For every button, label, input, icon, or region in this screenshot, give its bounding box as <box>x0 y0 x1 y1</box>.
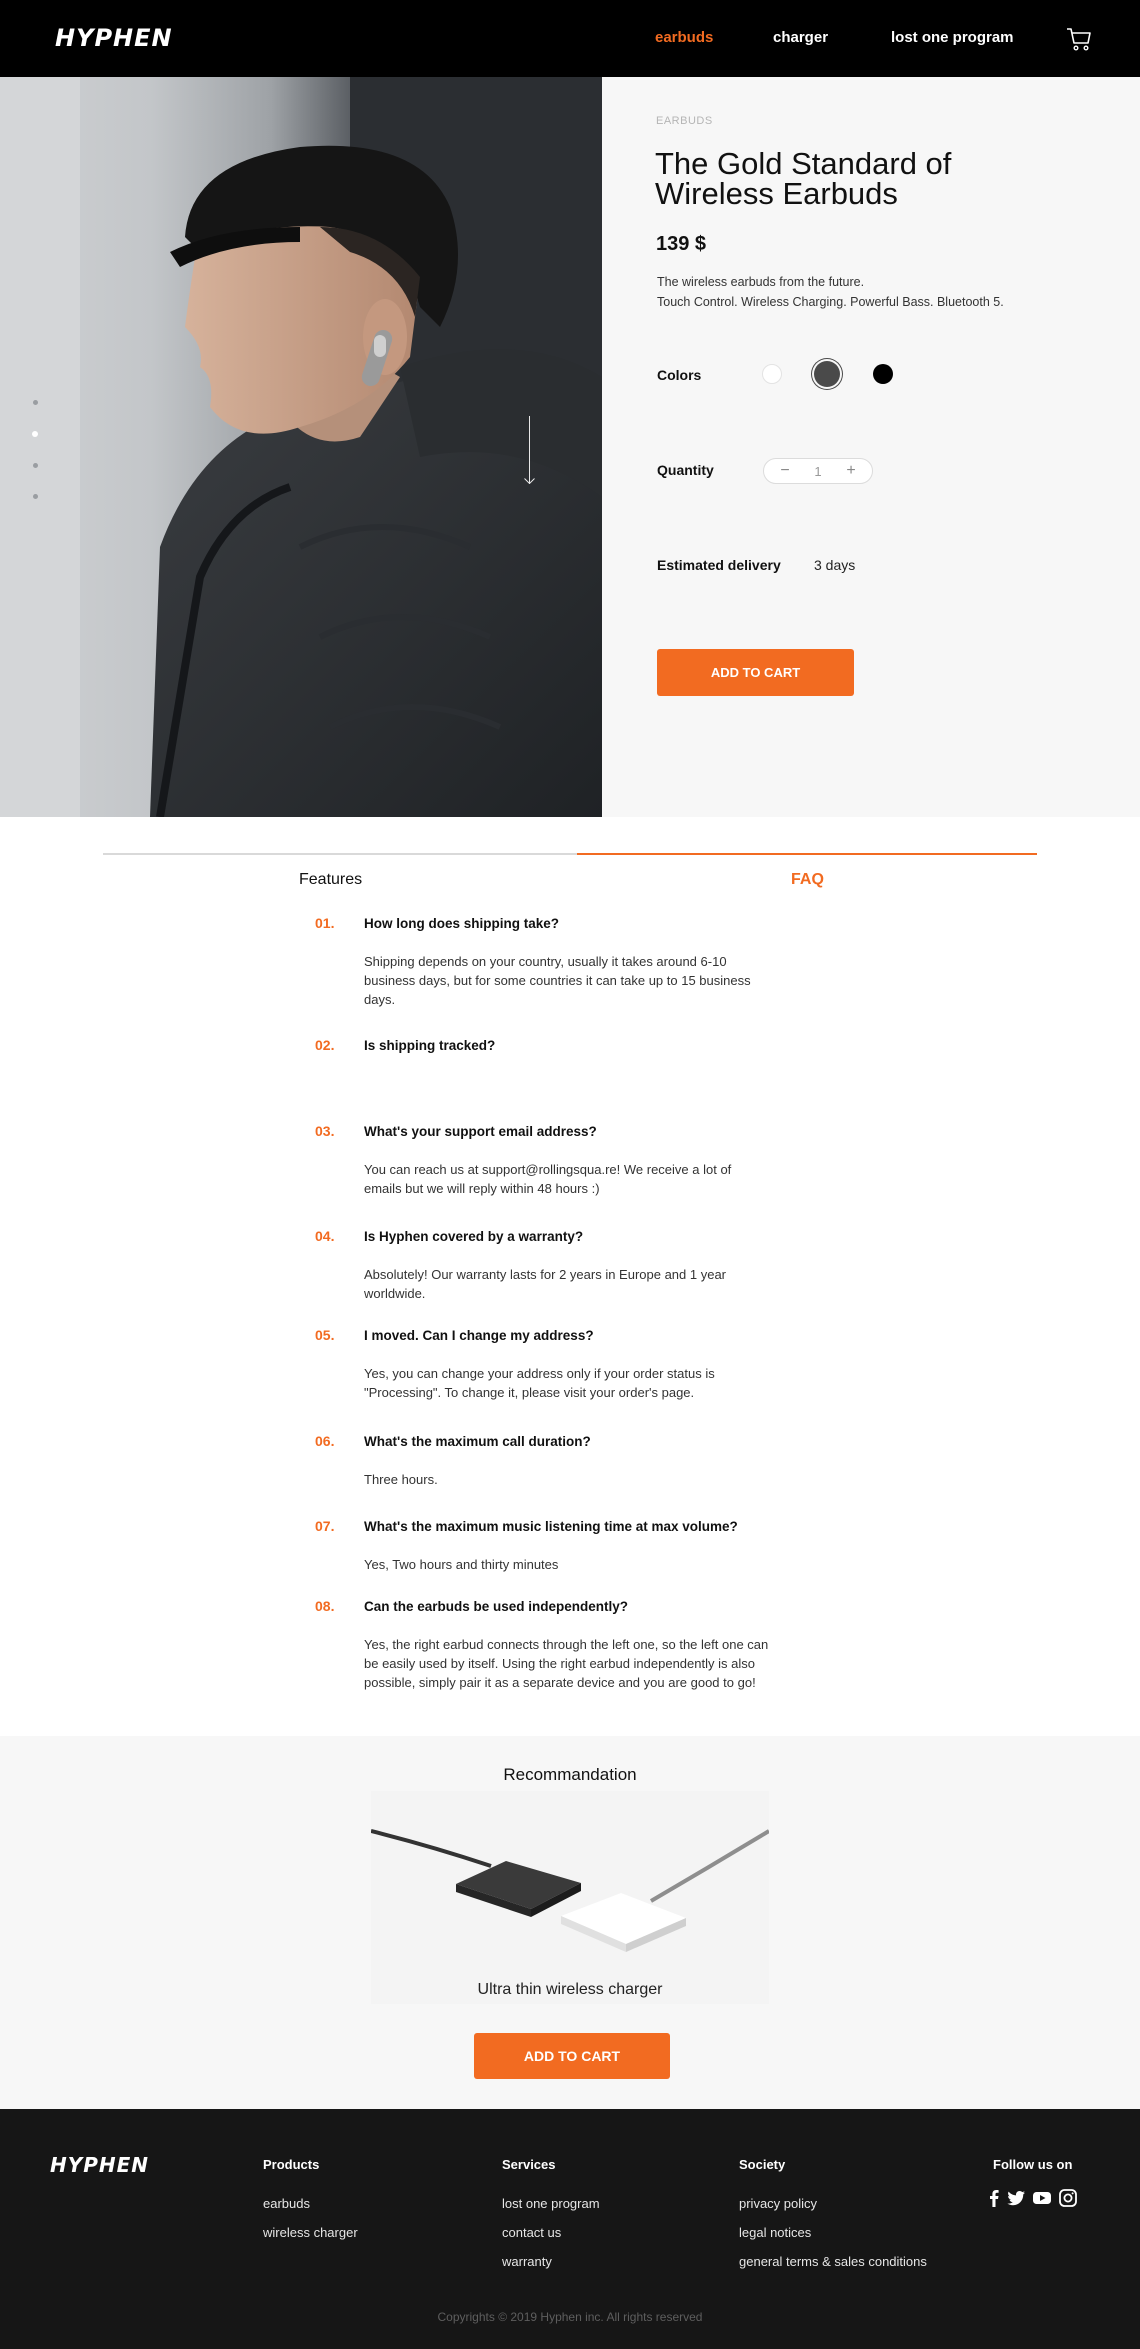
faq-answer: Three hours. <box>364 1472 438 1487</box>
quantity-label: Quantity <box>657 462 714 478</box>
slide-dot-1[interactable] <box>33 400 38 405</box>
faq-answer: Yes, the right earbud connects through t… <box>364 1637 769 1690</box>
wireless-charger-image <box>370 1829 771 1952</box>
nav-lost-one-program[interactable]: lost one program <box>891 29 1014 46</box>
faq-question[interactable]: Is shipping tracked? <box>364 1038 784 1053</box>
faq-number: 02. <box>315 1037 335 1053</box>
footer-products-heading: Products <box>263 2157 320 2172</box>
delivery-value: 3 days <box>814 557 856 573</box>
footer-society-heading: Society <box>739 2157 786 2172</box>
footer-services-heading: Services <box>502 2157 556 2172</box>
faq-question[interactable]: Is Hyphen covered by a warranty? <box>364 1229 784 1244</box>
recommendation-card[interactable] <box>370 1791 771 2004</box>
footer-link-terms[interactable]: general terms & sales conditions <box>739 2254 927 2269</box>
faq-question[interactable]: Can the earbuds be used independently? <box>364 1599 784 1614</box>
faq-number: 04. <box>315 1228 335 1244</box>
color-swatch-black[interactable] <box>873 364 893 384</box>
faq-number: 05. <box>315 1327 335 1343</box>
color-swatch-white[interactable] <box>762 364 782 384</box>
footer-link-earbuds[interactable]: earbuds <box>263 2196 310 2211</box>
quantity-increase-button[interactable]: + <box>841 462 861 480</box>
footer-link-legal-notices[interactable]: legal notices <box>739 2225 811 2240</box>
footer-link-contact-us[interactable]: contact us <box>502 2225 561 2240</box>
cart-icon[interactable] <box>1066 26 1092 52</box>
header-logo[interactable]: HYPHEN <box>55 24 173 52</box>
model-with-earbud-photo <box>0 77 602 817</box>
tab-faq[interactable]: FAQ <box>791 871 824 889</box>
tab-underline-faq-active <box>577 853 1037 855</box>
footer-logo[interactable]: HYPHEN <box>50 2153 149 2177</box>
description-line-1: The wireless earbuds from the future. <box>657 275 865 289</box>
footer-follow-heading: Follow us on <box>993 2157 1073 2172</box>
color-swatch-grey-selected[interactable] <box>814 361 840 387</box>
colors-label: Colors <box>657 367 702 383</box>
copyright-text: Copyrights © 2019 Hyphen inc. All rights… <box>437 2310 703 2324</box>
recommendation-product-name[interactable]: Ultra thin wireless charger <box>0 1981 1140 1999</box>
description-line-2: Touch Control. Wireless Charging. Powerf… <box>657 295 1004 309</box>
faq-answer: Absolutely! Our warranty lasts for 2 yea… <box>364 1267 727 1301</box>
faq-number: 07. <box>315 1518 335 1534</box>
scroll-indicator-line <box>529 416 530 484</box>
slide-dot-4[interactable] <box>33 494 38 499</box>
footer-link-lost-one-program[interactable]: lost one program <box>502 2196 600 2211</box>
facebook-icon[interactable] <box>984 2188 1004 2208</box>
add-to-cart-button[interactable]: ADD TO CART <box>657 649 854 696</box>
faq-answer: You can reach us at support@rollingsqua.… <box>364 1162 732 1196</box>
youtube-icon[interactable] <box>1032 2188 1052 2208</box>
product-hero-image <box>0 77 602 817</box>
tab-underline-features <box>103 853 577 855</box>
product-title: The Gold Standard of Wireless Earbuds <box>655 146 952 211</box>
tab-features[interactable]: Features <box>299 871 362 889</box>
footer-link-warranty[interactable]: warranty <box>502 2254 552 2269</box>
product-category: EARBUDS <box>656 115 713 127</box>
faq-number: 03. <box>315 1123 335 1139</box>
site-header: HYPHEN earbuds charger lost one program <box>0 0 1140 77</box>
footer-link-wireless-charger[interactable]: wireless charger <box>263 2225 358 2240</box>
scroll-down-arrow-icon[interactable] <box>524 478 535 484</box>
faq-question[interactable]: How long does shipping take? <box>364 916 784 931</box>
instagram-icon[interactable] <box>1058 2188 1078 2208</box>
delivery-label: Estimated delivery <box>657 557 781 573</box>
footer-link-privacy-policy[interactable]: privacy policy <box>739 2196 817 2211</box>
faq-question[interactable]: I moved. Can I change my address? <box>364 1328 784 1343</box>
faq-answer: Yes, Two hours and thirty minutes <box>364 1557 559 1572</box>
twitter-icon[interactable] <box>1006 2188 1026 2208</box>
recommendation-add-to-cart-button[interactable]: ADD TO CART <box>474 2033 670 2079</box>
slide-dot-3[interactable] <box>33 463 38 468</box>
product-description: The wireless earbuds from the future. To… <box>657 272 1057 312</box>
faq-number: 06. <box>315 1433 335 1449</box>
nav-earbuds[interactable]: earbuds <box>655 29 713 46</box>
faq-answer: Yes, you can change your address only if… <box>364 1366 715 1400</box>
faq-answer: Shipping depends on your country, usuall… <box>364 954 751 1007</box>
quantity-stepper: − 1 + <box>763 458 873 484</box>
faq-number: 08. <box>315 1598 335 1614</box>
faq-number: 01. <box>315 915 335 931</box>
faq-question[interactable]: What's your support email address? <box>364 1124 784 1139</box>
faq-question[interactable]: What's the maximum call duration? <box>364 1434 784 1449</box>
faq-question[interactable]: What's the maximum music listening time … <box>364 1519 784 1534</box>
nav-charger[interactable]: charger <box>773 29 828 46</box>
product-price: 139 $ <box>656 233 707 255</box>
recommendation-title: Recommandation <box>503 1765 637 1784</box>
slide-dot-2[interactable] <box>32 431 38 437</box>
